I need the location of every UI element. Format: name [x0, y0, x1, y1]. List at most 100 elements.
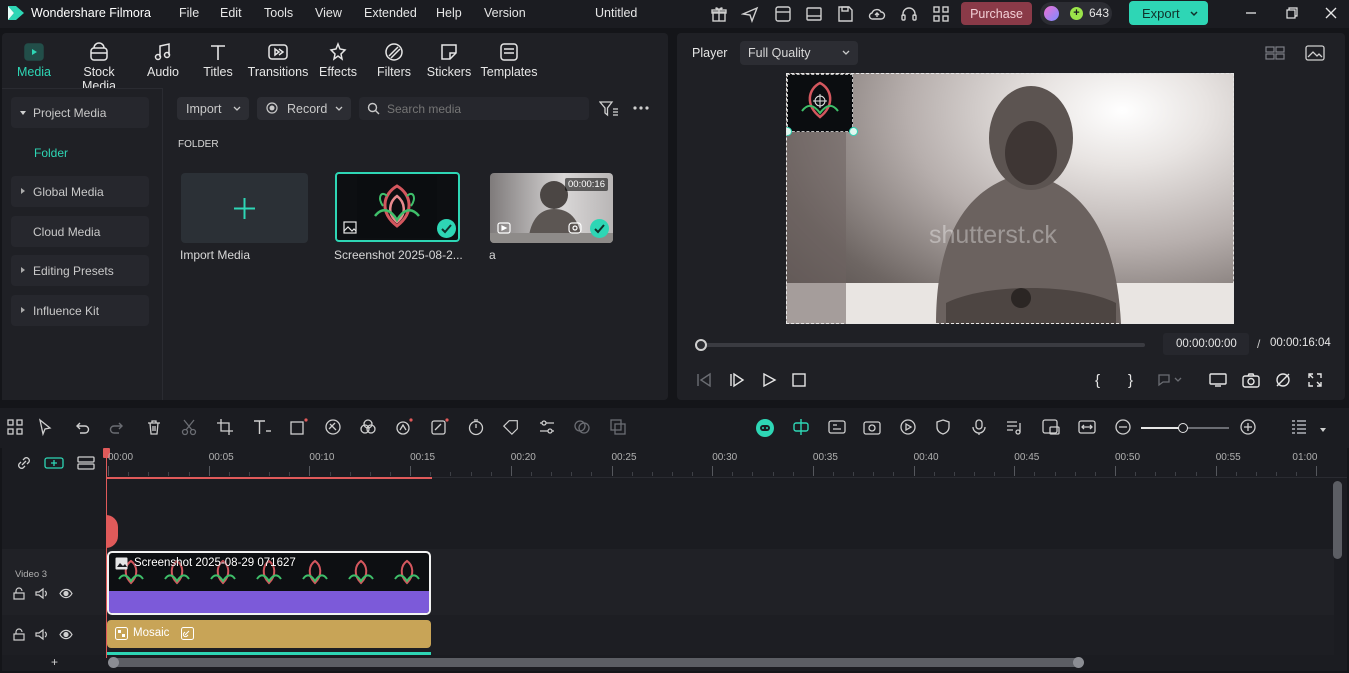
snapshot-icon[interactable]	[1242, 372, 1260, 391]
tab-effects[interactable]: Effects	[306, 39, 370, 79]
volume-icon[interactable]	[35, 628, 49, 644]
picture-in-picture-icon[interactable]	[1041, 418, 1061, 438]
lock-icon[interactable]	[13, 587, 25, 603]
mark-out-icon[interactable]: }	[1128, 372, 1133, 389]
marker-icon[interactable]	[1157, 373, 1183, 390]
ai-edit-icon[interactable]	[430, 418, 450, 438]
clip-screenshot[interactable]: Screenshot 2025-08-29 071627	[107, 551, 431, 615]
add-track-icon[interactable]	[44, 455, 64, 474]
playback-scrubber[interactable]	[695, 339, 1145, 351]
display-icon[interactable]	[1209, 372, 1227, 391]
shape-tool-icon[interactable]	[289, 418, 309, 438]
text-tool-icon[interactable]	[252, 418, 272, 438]
timeline-layout-icon[interactable]	[1290, 418, 1310, 438]
export-button[interactable]: Export	[1129, 1, 1208, 25]
music-list-icon[interactable]	[1005, 418, 1025, 438]
volume-icon[interactable]	[35, 587, 49, 603]
timer-icon[interactable]	[467, 418, 487, 438]
ai-assistant-icon[interactable]	[755, 418, 775, 438]
eye-icon[interactable]	[59, 629, 73, 643]
import-media-tile[interactable]	[181, 173, 308, 243]
menu-view[interactable]: View	[315, 6, 342, 20]
track-tool-3-icon[interactable]	[898, 418, 918, 438]
scrollbar-right-handle[interactable]	[1073, 657, 1084, 668]
ai-tool-icon[interactable]	[394, 418, 414, 438]
zoom-in-icon[interactable]	[1239, 418, 1259, 438]
send-icon[interactable]	[740, 5, 759, 26]
templates-icon[interactable]	[774, 5, 792, 26]
previous-frame-icon[interactable]	[695, 372, 713, 391]
headset-icon[interactable]	[900, 5, 918, 26]
scrollbar-left-handle[interactable]	[108, 657, 119, 668]
stop-icon[interactable]	[791, 372, 807, 391]
layout-icon[interactable]	[805, 5, 823, 26]
color-icon[interactable]	[359, 418, 379, 438]
close-icon[interactable]	[1324, 6, 1338, 23]
track-tool-2-icon[interactable]	[862, 418, 882, 438]
sidebar-item-project-media[interactable]: Project Media	[11, 97, 149, 128]
mark-in-icon[interactable]: {	[1095, 372, 1100, 389]
crop-icon[interactable]	[216, 418, 236, 438]
quality-dropdown[interactable]: Full Quality	[740, 41, 858, 65]
redo-icon[interactable]	[108, 418, 128, 438]
tag-icon[interactable]	[502, 418, 522, 438]
image-view-icon[interactable]	[1305, 44, 1325, 65]
menu-version[interactable]: Version	[484, 6, 526, 20]
tab-stickers[interactable]: Stickers	[417, 39, 481, 79]
clip-mosaic[interactable]: Mosaic	[107, 620, 431, 648]
fullscreen-icon[interactable]	[1307, 372, 1323, 391]
credits-badge[interactable]: + 643	[1040, 2, 1112, 25]
media-item-screenshot[interactable]	[335, 172, 460, 242]
video-preview[interactable]: shutterst.ck	[786, 73, 1234, 324]
speed-icon[interactable]	[324, 418, 344, 438]
play-icon[interactable]	[761, 372, 777, 391]
add-track-button[interactable]: +	[51, 655, 58, 669]
horizontal-scrollbar[interactable]	[108, 657, 1084, 668]
delete-icon[interactable]	[145, 418, 165, 438]
search-box[interactable]	[359, 97, 589, 120]
shield-icon[interactable]	[934, 418, 954, 438]
minimize-icon[interactable]	[1244, 6, 1258, 23]
track-tool-1-icon[interactable]	[827, 418, 847, 438]
audio-mute-icon[interactable]	[1274, 372, 1292, 391]
eye-icon[interactable]	[59, 588, 73, 602]
restore-icon[interactable]	[1285, 6, 1299, 23]
filter-icon[interactable]	[598, 100, 619, 121]
caret-down-icon[interactable]	[1318, 424, 1328, 434]
menu-tools[interactable]: Tools	[264, 6, 293, 20]
track-manager-icon[interactable]	[77, 455, 95, 474]
tab-transitions[interactable]: Transitions	[246, 39, 310, 79]
tab-titles[interactable]: Titles	[186, 39, 250, 79]
menu-file[interactable]: File	[179, 6, 199, 20]
import-dropdown[interactable]: Import	[177, 97, 249, 120]
mask-icon[interactable]	[573, 418, 593, 438]
purchase-button[interactable]: Purchase	[961, 2, 1032, 25]
cloud-upload-icon[interactable]	[868, 5, 886, 26]
record-dropdown[interactable]: Record	[257, 97, 351, 120]
sidebar-item-global-media[interactable]: Global Media	[11, 176, 149, 207]
menu-edit[interactable]: Edit	[220, 6, 242, 20]
select-tool-icon[interactable]	[37, 418, 57, 438]
undo-icon[interactable]	[73, 418, 93, 438]
auto-caption-icon[interactable]	[609, 418, 629, 438]
vertical-scrollbar[interactable]	[1333, 481, 1342, 559]
tab-media[interactable]: Media	[2, 39, 66, 79]
media-item-video-a[interactable]: 00:00:16	[490, 173, 613, 243]
sidebar-item-cloud-media[interactable]: Cloud Media	[11, 216, 149, 247]
split-icon[interactable]	[180, 418, 200, 438]
sidebar-item-influence-kit[interactable]: Influence Kit	[11, 295, 149, 326]
adjust-icon[interactable]	[538, 418, 558, 438]
gift-icon[interactable]	[710, 5, 728, 26]
zoom-out-icon[interactable]	[1114, 418, 1134, 438]
link-icon[interactable]	[15, 454, 33, 475]
microphone-icon[interactable]	[970, 418, 990, 438]
apps-grid-icon[interactable]	[932, 5, 950, 26]
search-input[interactable]	[387, 100, 582, 117]
sidebar-item-editing-presets[interactable]: Editing Presets	[11, 255, 149, 286]
tab-templates[interactable]: Templates	[476, 39, 542, 79]
menu-extended[interactable]: Extended	[364, 6, 417, 20]
tab-stock-media[interactable]: Stock Media	[66, 39, 132, 93]
scrubber-handle[interactable]	[695, 339, 707, 351]
zoom-slider[interactable]	[1141, 423, 1229, 433]
play-frame-icon[interactable]	[728, 372, 746, 391]
